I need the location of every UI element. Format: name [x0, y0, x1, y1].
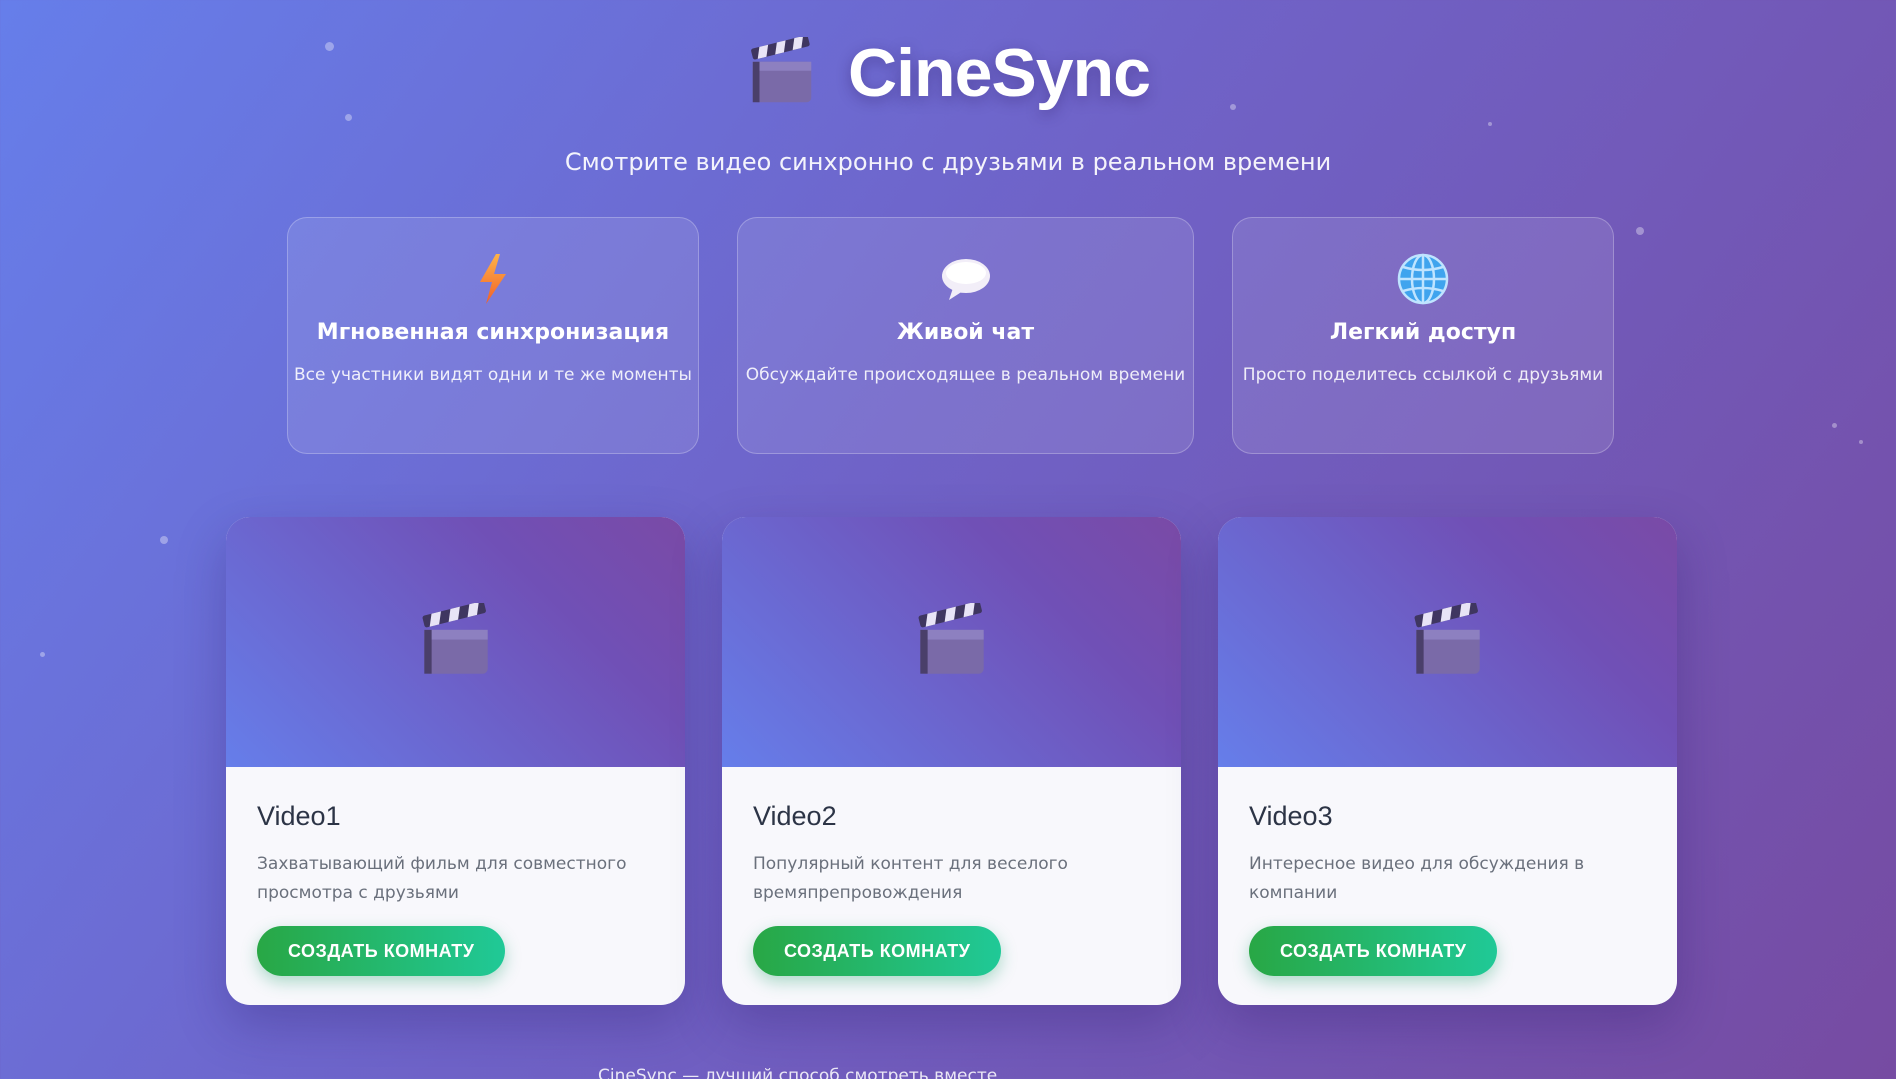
- background-particle: [345, 114, 352, 121]
- video-card: Video1 Захватывающий фильм для совместно…: [226, 517, 685, 1005]
- video-thumbnail: [1218, 517, 1677, 767]
- feature-desc: Все участники видят одни и те же моменты: [294, 365, 692, 385]
- video-card: Video2 Популярный контент для веселого в…: [722, 517, 1181, 1005]
- feature-card-access: Легкий доступ Просто поделитесь ссылкой …: [1232, 217, 1614, 454]
- create-room-button[interactable]: СОЗДАТЬ КОМНАТУ: [1249, 926, 1498, 976]
- create-room-button[interactable]: СОЗДАТЬ КОМНАТУ: [257, 926, 506, 976]
- background-particle: [1859, 440, 1863, 444]
- feature-title: Мгновенная синхронизация: [316, 320, 670, 345]
- app-title: CineSync: [848, 35, 1151, 111]
- footer-text: CineSync — лучший способ смотреть вместе: [598, 1066, 998, 1079]
- background-particle: [1636, 227, 1644, 235]
- video-thumbnail: [722, 517, 1181, 767]
- feature-card-chat: Живой чат Обсуждайте происходящее в реал…: [737, 217, 1194, 454]
- video-card: Video3 Интересное видео для обсуждения в…: [1218, 517, 1677, 1005]
- video-desc: Популярный контент для веселого времяпре…: [753, 854, 1068, 903]
- clapperboard-icon: [918, 603, 984, 674]
- feature-desc: Просто поделитесь ссылкой с друзьями: [1242, 365, 1604, 385]
- background-particle: [1832, 423, 1837, 428]
- speech-bubble-icon: [941, 259, 990, 300]
- create-room-button[interactable]: СОЗДАТЬ КОМНАТУ: [753, 926, 1002, 976]
- video-title: Video1: [257, 801, 341, 831]
- background-particle: [1488, 122, 1492, 126]
- video-desc: Захватывающий фильм для совместного прос…: [257, 854, 627, 903]
- video-title: Video3: [1249, 801, 1333, 831]
- feature-card-sync: Мгновенная синхронизация Все участники в…: [287, 217, 699, 454]
- globe-icon: [1397, 253, 1449, 305]
- clapperboard-icon: [751, 37, 812, 103]
- clapperboard-icon: [422, 603, 488, 674]
- app-subtitle: Смотрите видео синхронно с друзьями в ре…: [564, 148, 1332, 176]
- header: CineSync: [0, 34, 1896, 112]
- feature-title: Легкий доступ: [1329, 320, 1517, 345]
- video-desc: Интересное видео для обсуждения в компан…: [1249, 854, 1585, 903]
- video-thumbnail: [226, 517, 685, 767]
- video-title: Video2: [753, 801, 837, 831]
- feature-desc: Обсуждайте происходящее в реальном време…: [745, 365, 1186, 385]
- background-particle: [40, 652, 45, 657]
- feature-title: Живой чат: [896, 320, 1035, 345]
- background-particle: [160, 536, 168, 544]
- lightning-icon: [480, 254, 506, 304]
- clapperboard-icon: [1414, 603, 1480, 674]
